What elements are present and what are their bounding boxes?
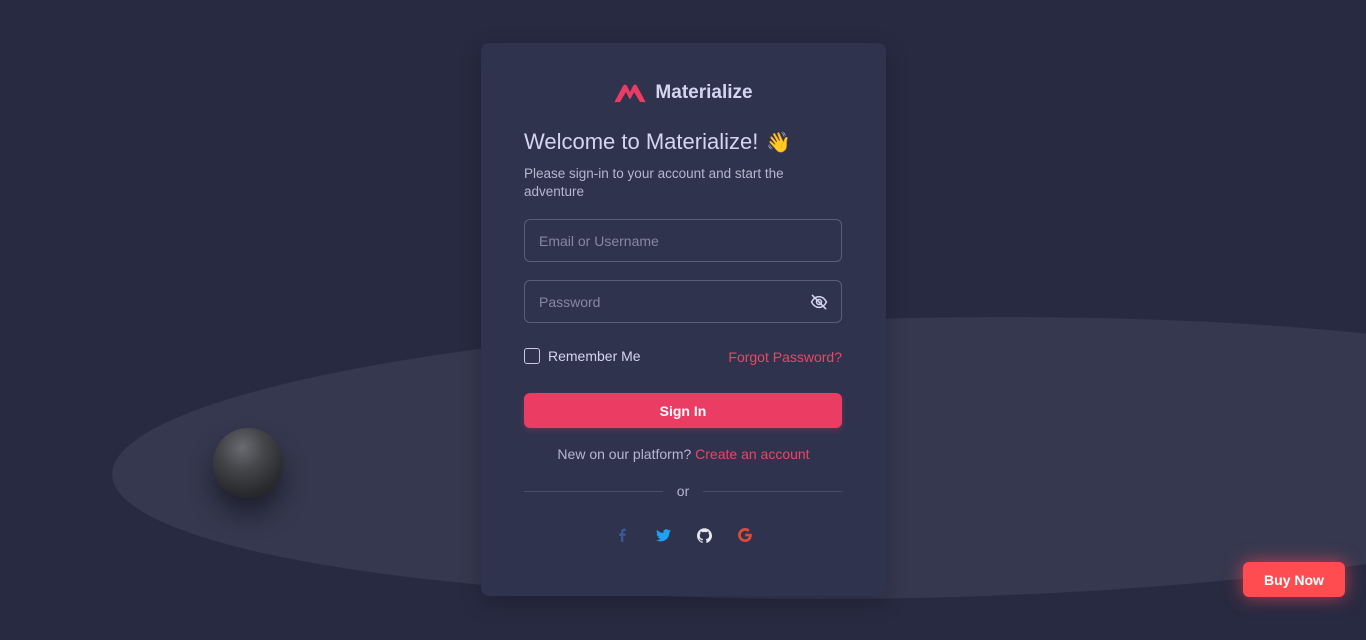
brand-name: Materialize <box>655 82 753 103</box>
email-field[interactable] <box>524 219 842 262</box>
new-account-prompt: New on our platform? Create an account <box>481 446 886 462</box>
password-input[interactable] <box>525 281 841 322</box>
materialize-logo-icon <box>613 83 647 103</box>
page-title: Welcome to Materialize! 👋 <box>524 129 791 155</box>
checkbox[interactable] <box>524 348 540 364</box>
welcome-heading: Welcome to Materialize! <box>524 129 759 154</box>
waving-hand-icon: 👋 <box>766 131 792 154</box>
forgot-password-link[interactable]: Forgot Password? <box>728 349 842 365</box>
brand-header: Materialize <box>0 82 1366 104</box>
sign-in-button[interactable]: Sign In <box>524 393 842 428</box>
remember-me-checkbox[interactable]: Remember Me <box>524 348 641 364</box>
divider-label: or <box>676 483 690 499</box>
social-login-row <box>481 527 886 543</box>
email-input[interactable] <box>525 220 841 261</box>
github-icon[interactable] <box>696 527 712 543</box>
remember-me-label: Remember Me <box>548 348 641 364</box>
google-icon[interactable] <box>737 527 753 543</box>
new-platform-text: New on our platform? <box>557 446 692 462</box>
or-divider: or <box>524 483 843 499</box>
create-account-link[interactable]: Create an account <box>695 446 809 462</box>
twitter-icon[interactable] <box>655 527 671 543</box>
divider-line <box>703 490 843 492</box>
password-field[interactable] <box>524 280 842 323</box>
eye-off-icon[interactable] <box>809 292 829 312</box>
login-page: Materialize Welcome to Materialize! 👋 Pl… <box>0 0 1366 640</box>
signin-subtext: Please sign-in to your account and start… <box>524 166 784 199</box>
divider-line <box>524 490 663 492</box>
buy-now-button[interactable]: Buy Now <box>1243 562 1345 597</box>
decorative-sphere <box>213 428 283 498</box>
facebook-icon[interactable] <box>614 527 630 543</box>
